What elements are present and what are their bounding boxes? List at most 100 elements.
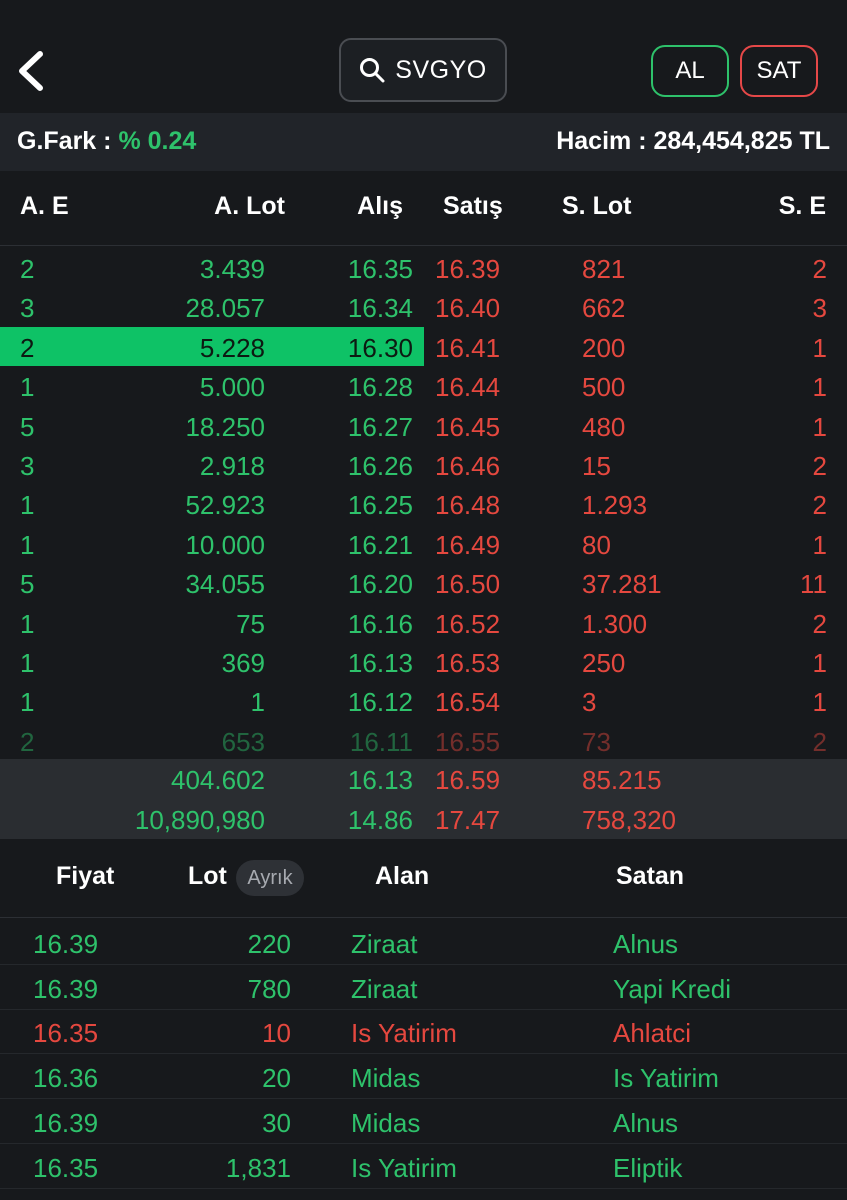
total-bid-price: 14.86 — [347, 805, 413, 835]
ask-price: 16.50 — [435, 569, 501, 600]
total-bid-lot: 10,890,980 — [134, 805, 265, 835]
trade-lot: 20 — [262, 1063, 291, 1094]
search-icon — [360, 58, 385, 83]
trade-seller: Eliptik — [613, 1152, 683, 1183]
ask-count: 1 — [812, 332, 827, 363]
trade-price: 16.39 — [33, 929, 99, 959]
ask-count: 1 — [812, 687, 827, 718]
order-book-row[interactable]: 1 369 16.13 16.53 250 1 — [0, 642, 847, 681]
ask-count: 1 — [812, 411, 827, 442]
trade-seller: Alnus — [613, 1107, 679, 1138]
total-ask-lot: 758,320 — [582, 805, 676, 835]
bid-lot: 28.057 — [185, 293, 265, 324]
ask-lot: 73 — [582, 726, 611, 757]
bid-count: 1 — [20, 529, 35, 560]
bid-price: 16.12 — [347, 687, 413, 718]
trade-seller: Is Yatirim — [613, 1063, 719, 1094]
ask-count: 1 — [812, 648, 827, 678]
ask-count: 1 — [812, 529, 827, 560]
trades-header-lot: Lot — [188, 862, 227, 890]
trade-row: 16.35 1,831 Is Yatirim Eliptik — [0, 1145, 847, 1189]
order-book-row[interactable]: 3 2.918 16.26 16.46 15 2 — [0, 445, 847, 484]
bid-count: 5 — [20, 569, 35, 600]
trade-lot: 220 — [247, 929, 291, 959]
order-book-row[interactable]: 3 28.057 16.34 16.40 662 3 — [0, 287, 847, 326]
col-header-ae: A. E — [20, 192, 69, 220]
order-book-row[interactable]: 1 1 16.12 16.54 3 1 — [0, 681, 847, 720]
bid-lot: 5.228 — [199, 332, 265, 363]
bid-price: 16.34 — [347, 293, 413, 324]
trade-buyer: Ziraat — [351, 973, 418, 1004]
order-book-row[interactable]: 2 3.439 16.35 16.39 821 2 — [0, 248, 847, 287]
sell-button[interactable]: SAT — [740, 45, 818, 97]
trade-seller: Ahlatci — [613, 1018, 692, 1049]
divider — [0, 1187, 847, 1189]
trades-header-satan: Satan — [616, 862, 685, 890]
bid-lot: 52.923 — [185, 490, 265, 521]
symbol-label: SVGYO — [395, 55, 487, 84]
volume-text: Hacim : 284,454,825 TL — [556, 127, 830, 155]
buy-button[interactable]: AL — [651, 45, 729, 97]
ayrik-toggle[interactable]: Ayrık — [236, 860, 304, 896]
bid-price: 16.26 — [347, 451, 413, 481]
bid-count: 2 — [20, 254, 35, 284]
ask-price: 16.39 — [435, 254, 501, 284]
bid-price: 16.16 — [347, 608, 413, 639]
trade-lot: 10 — [262, 1018, 291, 1049]
ask-price: 16.49 — [435, 529, 501, 560]
ask-lot: 37.281 — [582, 569, 662, 600]
bid-count: 2 — [20, 726, 35, 757]
order-book-row[interactable]: 1 5.000 16.28 16.44 500 1 — [0, 366, 847, 405]
ask-lot: 250 — [582, 648, 626, 678]
order-book-row[interactable]: 2 653 16.11 16.55 73 2 — [0, 721, 847, 760]
trade-price: 16.36 — [33, 1063, 99, 1094]
ask-price: 16.53 — [435, 648, 501, 678]
symbol-search-button[interactable]: SVGYO — [339, 38, 507, 102]
ask-count: 1 — [812, 372, 827, 403]
trade-row: 16.39 220 Ziraat Alnus — [0, 921, 847, 965]
bid-count: 3 — [20, 293, 35, 324]
price-change-label: G.Fark : — [17, 127, 112, 155]
ask-lot: 662 — [582, 293, 626, 324]
ask-price: 16.54 — [435, 687, 501, 718]
bid-price: 16.28 — [347, 372, 413, 403]
bid-price: 16.27 — [347, 411, 413, 442]
bid-lot: 1 — [250, 687, 265, 718]
bid-price: 16.20 — [347, 569, 413, 600]
trade-buyer: Midas — [351, 1063, 421, 1094]
bid-price: 16.13 — [347, 648, 413, 678]
order-book-row[interactable]: 5 18.250 16.27 16.45 480 1 — [0, 406, 847, 445]
ask-lot: 1.293 — [582, 490, 648, 521]
order-book-totals: 404.602 16.13 16.59 85.215 10,890,980 14… — [0, 759, 847, 839]
ask-price: 16.48 — [435, 490, 501, 521]
order-book-row[interactable]: 1 75 16.16 16.52 1.300 2 — [0, 603, 847, 642]
ask-count: 3 — [812, 293, 827, 324]
ask-count: 2 — [812, 451, 827, 481]
ask-price: 16.45 — [435, 411, 501, 442]
order-book-row[interactable]: 1 10.000 16.21 16.49 80 1 — [0, 524, 847, 563]
price-change-value: % 0.24 — [118, 127, 197, 155]
bid-lot: 2.918 — [199, 451, 265, 481]
bid-price: 16.30 — [347, 332, 413, 363]
bid-price: 16.11 — [349, 726, 413, 757]
chevron-left-icon — [19, 51, 43, 91]
col-header-alot: A. Lot — [214, 192, 285, 220]
ask-price: 16.55 — [435, 726, 501, 757]
trade-buyer: Ziraat — [351, 929, 418, 959]
trade-row: 16.35 10 Is Yatirim Ahlatci — [0, 1010, 847, 1054]
trade-price: 16.35 — [33, 1152, 99, 1183]
trade-row: 16.39 780 Ziraat Yapi Kredi — [0, 966, 847, 1010]
bid-lot: 653 — [221, 726, 265, 757]
back-button[interactable] — [14, 50, 48, 92]
bid-count: 5 — [20, 411, 35, 442]
totals-row: 404.602 16.13 16.59 85.215 — [0, 759, 847, 798]
order-book-row[interactable]: 2 5.228 16.30 16.41 200 1 — [0, 326, 847, 366]
trade-buyer: Midas — [351, 1107, 421, 1138]
order-book-row[interactable]: 1 52.923 16.25 16.48 1.293 2 — [0, 484, 847, 523]
order-book-row[interactable]: 5 34.055 16.20 16.50 37.281 11 — [0, 563, 847, 602]
ask-count: 2 — [812, 254, 827, 284]
bid-price: 16.21 — [347, 529, 413, 560]
top-bar: SVGYO AL SAT — [0, 0, 847, 113]
trade-lot: 780 — [247, 973, 291, 1004]
trade-seller: Alnus — [613, 929, 679, 959]
